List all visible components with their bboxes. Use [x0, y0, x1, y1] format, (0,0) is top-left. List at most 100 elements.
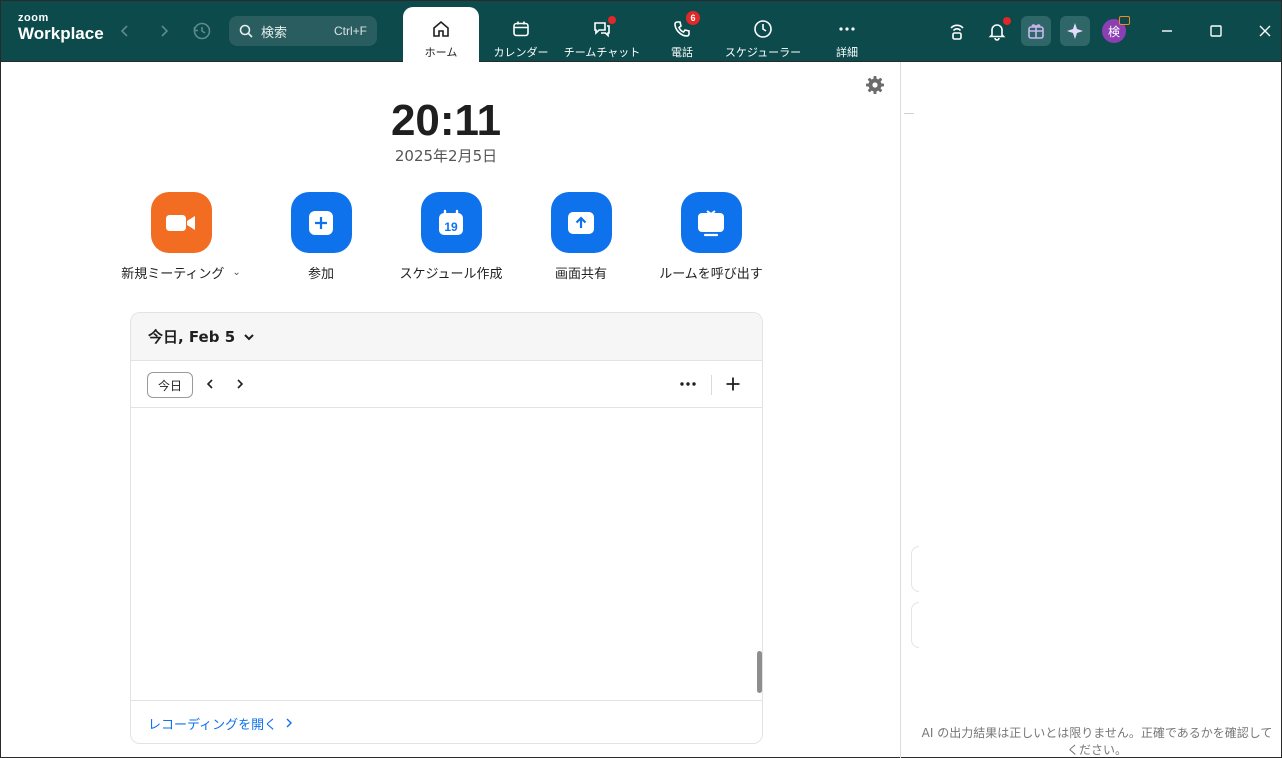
video-camera-icon: [166, 214, 195, 231]
tab-team-chat-label: チームチャット: [563, 46, 641, 59]
connect-button[interactable]: [943, 17, 971, 45]
plus-icon: [726, 377, 740, 391]
tab-phone-label: 電話: [671, 46, 693, 59]
share-screen-icon: [568, 211, 594, 234]
new-meeting-label: 新規ミーティング ⌄: [121, 263, 241, 282]
schedule-button[interactable]: 19: [420, 192, 482, 253]
tab-more[interactable]: 詳細: [809, 7, 885, 63]
history-icon: [193, 22, 211, 40]
calendar-day-number: 19: [444, 220, 458, 234]
tab-scheduler-label: スケジューラー: [724, 46, 802, 59]
gift-icon: [1028, 24, 1044, 39]
join-button[interactable]: [290, 192, 352, 253]
calendar-scrollbar[interactable]: [757, 651, 762, 693]
current-date: 2025年2月5日: [394, 147, 498, 165]
join-action[interactable]: 参加: [251, 192, 391, 282]
room-action[interactable]: ルームを呼び出す: [641, 192, 781, 282]
more-icon: [680, 382, 696, 386]
calendar-19-icon: 19: [439, 209, 463, 235]
next-day-button[interactable]: [230, 374, 250, 394]
calendar-status-icon: [1119, 16, 1130, 25]
right-pane-card-edge: [911, 602, 919, 648]
chevron-right-icon: [161, 25, 169, 37]
share-screen-action[interactable]: 画面共有: [511, 192, 651, 282]
search-box[interactable]: 検索 Ctrl+F: [229, 16, 377, 46]
schedule-action[interactable]: 19 スケジュール作成: [381, 192, 521, 282]
join-label: 参加: [307, 267, 334, 282]
search-icon: [239, 24, 253, 38]
apps-button[interactable]: [1021, 16, 1051, 46]
notification-dot: [1003, 17, 1011, 25]
tab-calendar-label: カレンダー: [493, 46, 549, 59]
share-screen-button[interactable]: [550, 192, 612, 253]
minimize-icon: [1162, 30, 1172, 32]
zoom-workplace-logo: zoom Workplace: [18, 13, 104, 44]
calendar-card: 今日, Feb 5 今日 レコーディングを開く: [130, 312, 763, 744]
ai-companion-button[interactable]: [1060, 16, 1090, 46]
new-meeting-button[interactable]: [150, 192, 212, 253]
logo-top-text: zoom: [18, 12, 49, 24]
avatar-initial: 検: [1107, 24, 1120, 39]
chevron-down-icon[interactable]: ⌄: [232, 267, 240, 278]
gear-icon: [866, 76, 884, 94]
chat-icon: [591, 16, 616, 40]
phone-icon: 6: [671, 11, 700, 40]
back-button[interactable]: [114, 20, 136, 42]
tab-home-label: ホーム: [424, 46, 458, 59]
close-icon: [1259, 25, 1271, 37]
previous-day-button[interactable]: [200, 374, 220, 394]
open-recordings-link[interactable]: レコーディングを開く: [131, 700, 762, 743]
maximize-icon: [1210, 25, 1222, 37]
settings-button[interactable]: [864, 74, 886, 96]
minimize-button[interactable]: [1153, 17, 1181, 45]
maximize-button[interactable]: [1202, 17, 1230, 45]
calendar-more-button[interactable]: [677, 374, 699, 394]
new-meeting-action[interactable]: 新規ミーティング ⌄: [111, 192, 251, 282]
tab-calendar[interactable]: カレンダー: [483, 7, 559, 63]
chevron-down-icon: [244, 333, 254, 340]
home-icon: [430, 18, 452, 40]
tab-team-chat[interactable]: チームチャット: [564, 7, 640, 63]
right-pane-card-edge: [911, 546, 919, 592]
add-event-button[interactable]: [722, 374, 744, 394]
new-meeting-text: 新規ミーティング: [121, 267, 225, 282]
phone-badge: 6: [686, 11, 700, 25]
calendar-icon: [510, 18, 532, 40]
search-shortcut: Ctrl+F: [334, 24, 367, 38]
chat-unread-dot: [608, 16, 616, 24]
room-icon: [698, 209, 724, 236]
toolbar-separator: [711, 375, 712, 395]
share-screen-label: 画面共有: [554, 267, 607, 282]
forward-button[interactable]: [153, 20, 175, 42]
current-time: 20:11: [390, 96, 502, 145]
chevron-left-icon: [120, 25, 128, 37]
close-button[interactable]: [1251, 17, 1279, 45]
chevron-right-icon: [237, 379, 244, 389]
top-bar: zoom Workplace 検索 Ctrl+F ホーム カレンダー チームチャ…: [0, 0, 1282, 63]
ai-disclaimer: AI の出力結果は正しいとは限りません。正確であるかを確認してください。: [921, 726, 1273, 757]
wireless-icon: [950, 24, 964, 40]
chevron-left-icon: [206, 379, 213, 389]
notifications-button[interactable]: [983, 17, 1011, 45]
history-button[interactable]: [191, 20, 213, 42]
room-button[interactable]: [680, 192, 742, 253]
room-label: ルームを呼び出す: [659, 267, 763, 282]
plus-icon: [309, 210, 333, 235]
chevron-right-icon: [286, 718, 293, 728]
open-recordings-text: レコーディングを開く: [148, 717, 278, 733]
tab-phone[interactable]: 6 電話: [644, 7, 720, 63]
calendar-card-header[interactable]: 今日, Feb 5: [131, 313, 762, 361]
tab-scheduler[interactable]: スケジューラー: [725, 7, 801, 63]
search-placeholder: 検索: [261, 25, 288, 41]
more-icon: [836, 18, 858, 40]
today-button[interactable]: 今日: [147, 372, 193, 398]
tab-home[interactable]: ホーム: [403, 7, 479, 63]
right-pane-rule: [904, 113, 914, 114]
pane-divider[interactable]: [900, 62, 901, 758]
logo-bottom-text: Workplace: [18, 24, 104, 43]
calendar-card-title: 今日, Feb 5: [148, 328, 236, 346]
schedule-label: スケジュール作成: [399, 267, 503, 282]
clock-icon: [752, 18, 774, 40]
sparkle-icon: [1067, 23, 1083, 39]
calendar-toolbar: 今日: [131, 361, 762, 408]
